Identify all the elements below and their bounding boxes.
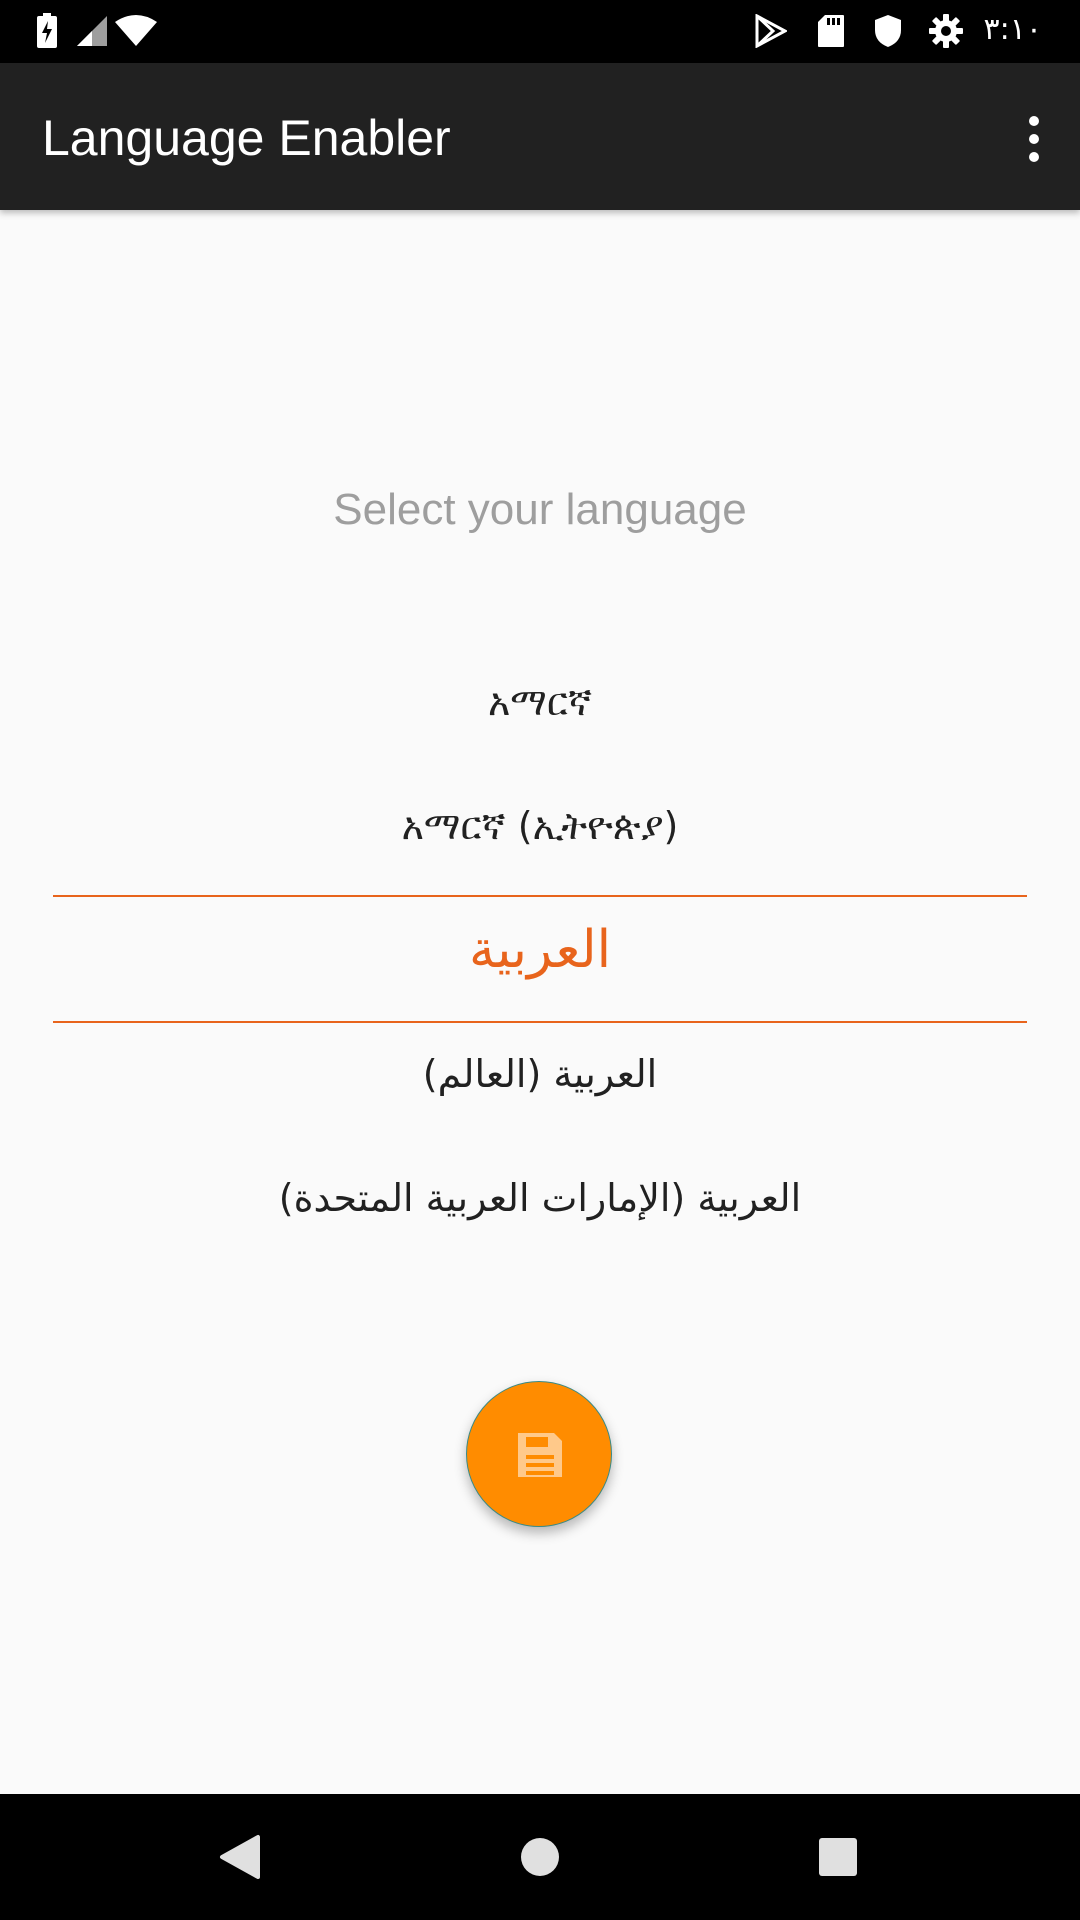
home-icon [521, 1838, 559, 1876]
screen: ٣:١٠ Language Enabler Select your langua… [0, 0, 1080, 1920]
wifi-icon [115, 15, 157, 46]
more-vertical-icon[interactable] [990, 98, 1080, 178]
app-bar: Language Enabler [0, 63, 1080, 210]
app-title: Language Enabler [42, 110, 451, 166]
shield-icon [875, 15, 901, 47]
language-option[interactable]: አማርኛ (ኢትዮጵያ) [0, 764, 1080, 888]
signal-icon [77, 16, 107, 46]
save-button[interactable] [466, 1381, 612, 1527]
status-bar: ٣:١٠ [0, 0, 1080, 63]
navigation-bar [0, 1794, 1080, 1920]
select-language-prompt: Select your language [333, 485, 747, 534]
language-option[interactable]: العربية (العالم) [0, 1012, 1080, 1136]
recents-button[interactable] [758, 1794, 918, 1920]
save-icon [518, 1433, 562, 1477]
back-button[interactable] [160, 1794, 320, 1920]
recents-icon [819, 1838, 857, 1876]
settings-icon [929, 14, 963, 48]
battery-charging-icon [37, 13, 57, 48]
language-option[interactable]: አማርኛ [0, 640, 1080, 764]
language-picker[interactable]: አማርኛ አማርኛ (ኢትዮጵያ) العربية العربية (العال… [0, 640, 1080, 1260]
language-option[interactable]: العربية (الإمارات العربية المتحدة) [0, 1136, 1080, 1260]
back-icon [220, 1835, 260, 1879]
play-store-icon [755, 14, 787, 48]
status-time: ٣:١٠ [983, 12, 1042, 47]
language-option-selected[interactable]: العربية [0, 888, 1080, 1012]
home-button[interactable] [460, 1794, 620, 1920]
sd-card-icon [818, 15, 844, 47]
